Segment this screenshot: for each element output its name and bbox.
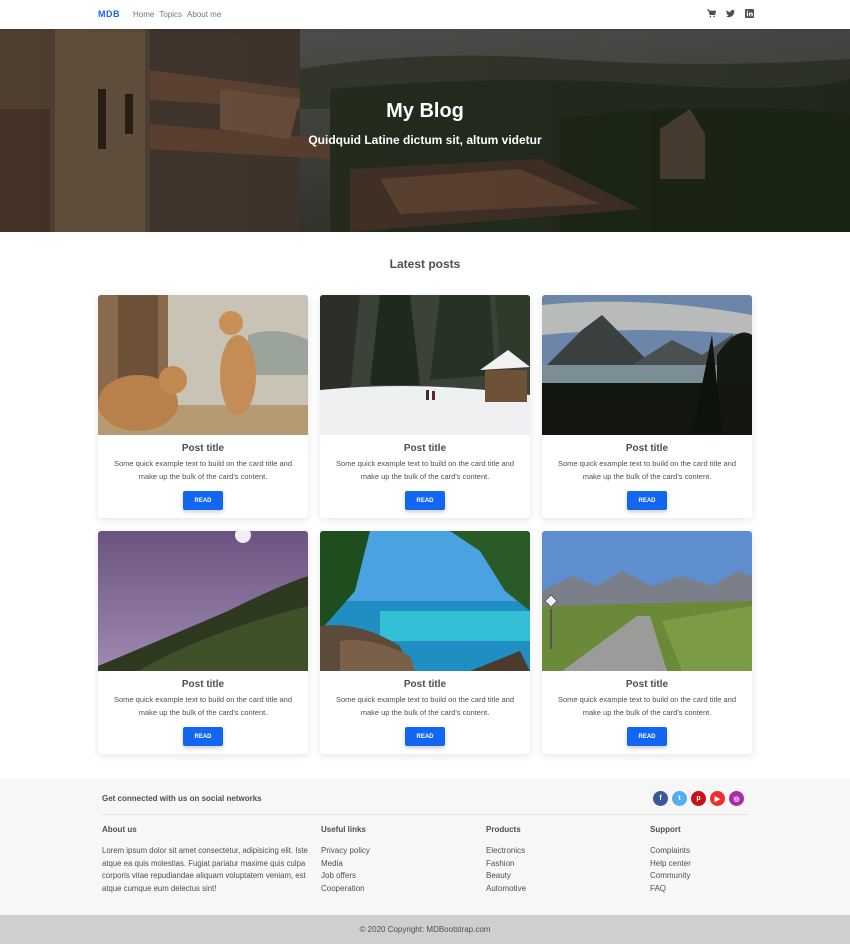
post-card: Post title Some quick example text to bu… (98, 295, 308, 518)
footer-link-community[interactable]: Community (650, 870, 691, 883)
read-button[interactable]: READ (183, 491, 223, 510)
post-card: Post title Some quick example text to bu… (542, 531, 752, 754)
hero-title: My Blog (386, 100, 464, 122)
pinterest-icon[interactable]: p (691, 791, 706, 806)
social-icons: f t p ▶ ◎ (653, 791, 744, 806)
hero-background-image (0, 29, 850, 232)
footer-link-automotive[interactable]: Automotive (486, 883, 526, 896)
post-card: Post title Some quick example text to bu… (320, 295, 530, 518)
tropical-beach-image (320, 531, 530, 671)
post-card: Post title Some quick example text to bu… (542, 295, 752, 518)
copyright-bar: © 2020 Copyright: MDBootstrap.com (0, 915, 850, 944)
footer-products-column: Products Electronics Fashion Beauty Auto… (486, 825, 526, 896)
footer-link-help-center[interactable]: Help center (650, 858, 691, 871)
instagram-icon[interactable]: ◎ (729, 791, 744, 806)
post-card: Post title Some quick example text to bu… (98, 531, 308, 754)
copyright-text: © 2020 Copyright: (359, 925, 425, 934)
read-button[interactable]: READ (183, 727, 223, 746)
footer-support-column: Support Complaints Help center Community… (650, 825, 691, 896)
card-text: Some quick example text to build on the … (335, 459, 515, 481)
footer-useful-links-column: Useful links Privacy policy Media Job of… (321, 825, 370, 896)
cart-icon[interactable] (707, 9, 716, 18)
navbar: MDB Home Topics About me (0, 0, 850, 29)
card-text: Some quick example text to build on the … (557, 695, 737, 717)
facebook-icon[interactable]: f (653, 791, 668, 806)
mountain-lake-image (542, 295, 752, 435)
footer: Get connected with us on social networks… (0, 779, 850, 915)
footer-link-cooperation[interactable]: Cooperation (321, 883, 370, 896)
footer-about-heading: About us (102, 825, 137, 834)
linkedin-icon[interactable] (745, 9, 754, 18)
footer-divider (102, 814, 748, 815)
mountain-road-image (542, 531, 752, 671)
footer-useful-links-heading: Useful links (321, 825, 366, 834)
read-button[interactable]: READ (627, 727, 667, 746)
nav-link-topics[interactable]: Topics (159, 10, 182, 19)
twitter-icon[interactable]: t (672, 791, 687, 806)
footer-about-text: Lorem ipsum dolor sit amet consectetur, … (102, 846, 308, 894)
nav-link-home[interactable]: Home (133, 10, 154, 19)
post-card: Post title Some quick example text to bu… (320, 531, 530, 754)
card-title: Post title (625, 443, 669, 454)
footer-link-job-offers[interactable]: Job offers (321, 870, 370, 883)
read-button[interactable]: READ (405, 491, 445, 510)
footer-link-beauty[interactable]: Beauty (486, 870, 526, 883)
read-button[interactable]: READ (627, 491, 667, 510)
hero-subtitle: Quidquid Latine dictum sit, altum videtu… (308, 133, 542, 147)
lionesses-image (98, 295, 308, 435)
night-hill-image (98, 531, 308, 671)
hero-banner: My Blog Quidquid Latine dictum sit, altu… (0, 29, 850, 232)
social-networks-text: Get connected with us on social networks (102, 794, 262, 803)
footer-link-electronics[interactable]: Electronics (486, 845, 526, 858)
copyright-link[interactable]: MDBootstrap.com (426, 925, 490, 934)
card-title: Post title (181, 679, 225, 690)
snowy-forest-image (320, 295, 530, 435)
footer-about-column: About us Lorem ipsum dolor sit amet cons… (102, 825, 314, 896)
twitter-icon[interactable] (726, 9, 735, 18)
card-title: Post title (625, 679, 669, 690)
nav-links: Home Topics About me (133, 10, 226, 19)
card-text: Some quick example text to build on the … (113, 459, 293, 481)
card-text: Some quick example text to build on the … (335, 695, 515, 717)
nav-icons (707, 9, 754, 18)
section-title-latest-posts: Latest posts (389, 257, 461, 271)
card-text: Some quick example text to build on the … (557, 459, 737, 481)
footer-link-complaints[interactable]: Complaints (650, 845, 691, 858)
footer-products-heading: Products (486, 825, 521, 834)
youtube-icon[interactable]: ▶ (710, 791, 725, 806)
card-title: Post title (403, 679, 447, 690)
footer-link-privacy-policy[interactable]: Privacy policy (321, 845, 370, 858)
footer-support-heading: Support (650, 825, 681, 834)
card-title: Post title (403, 443, 447, 454)
card-title: Post title (181, 443, 225, 454)
brand-logo[interactable]: MDB (98, 9, 120, 19)
footer-link-fashion[interactable]: Fashion (486, 858, 526, 871)
footer-link-media[interactable]: Media (321, 858, 370, 871)
footer-link-faq[interactable]: FAQ (650, 883, 691, 896)
nav-link-about-me[interactable]: About me (187, 10, 221, 19)
card-text: Some quick example text to build on the … (113, 695, 293, 717)
read-button[interactable]: READ (405, 727, 445, 746)
